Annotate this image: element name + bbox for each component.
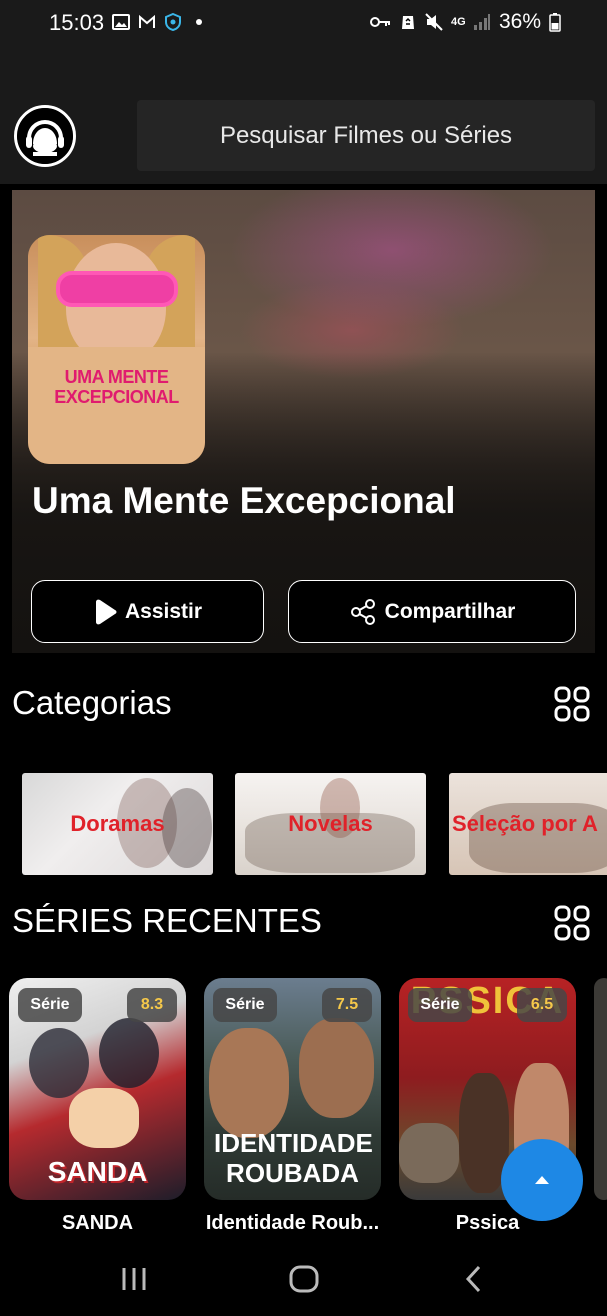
support-logo-button[interactable] bbox=[14, 105, 76, 167]
featured-title: Uma Mente Excepcional bbox=[32, 480, 456, 521]
rating-badge: 8.3 bbox=[127, 988, 177, 1022]
featured-poster[interactable]: UMA MENTE EXCEPCIONAL bbox=[28, 235, 205, 464]
category-label: Doramas bbox=[70, 811, 165, 836]
category-label: Novelas bbox=[288, 811, 373, 836]
search-placeholder: Pesquisar Filmes ou Séries bbox=[219, 121, 513, 149]
signal-icon bbox=[473, 14, 490, 30]
type-badge: Série bbox=[213, 988, 277, 1022]
status-time: 15:03 bbox=[49, 10, 105, 35]
notification-icons bbox=[112, 13, 208, 31]
system-icons: 4G 36% bbox=[369, 10, 561, 34]
category-label: Seleção por A bbox=[452, 811, 598, 836]
battery-percent: 36% bbox=[498, 10, 541, 33]
series-card-partial[interactable] bbox=[594, 978, 607, 1200]
recent-series-title: SÉRIES RECENTES bbox=[12, 902, 322, 939]
rating-badge: 7.5 bbox=[322, 988, 372, 1022]
poster-title-art: SANDA bbox=[47, 1156, 148, 1187]
type-badge: Série bbox=[408, 988, 472, 1022]
headset-user-icon bbox=[17, 108, 73, 164]
series-card-sanda[interactable]: SANDA Série 8.3 bbox=[9, 978, 186, 1200]
poster-title-art: IDENTIDADE ROUBADA bbox=[214, 1128, 373, 1188]
grid-view-icon[interactable] bbox=[554, 905, 590, 941]
category-card-doramas[interactable]: Doramas bbox=[22, 773, 213, 875]
play-icon bbox=[95, 599, 117, 624]
poster-glasses-art bbox=[56, 271, 178, 307]
poster-title-art: UMA MENTE EXCEPCIONAL bbox=[54, 367, 179, 407]
featured-banner[interactable]: UMA MENTE EXCEPCIONAL Uma Mente Excepcio… bbox=[12, 190, 595, 653]
watch-label: Assistir bbox=[124, 599, 203, 623]
share-label: Compartilhar bbox=[384, 599, 516, 623]
category-card-selecao[interactable]: Seleção por A bbox=[449, 773, 607, 875]
gmail-icon bbox=[139, 14, 155, 28]
scroll-to-top-button[interactable] bbox=[501, 1139, 583, 1221]
key-icon bbox=[369, 17, 390, 27]
battery-icon bbox=[549, 13, 561, 32]
watch-button[interactable]: Assistir bbox=[31, 580, 264, 643]
status-bar: 15:03 4G 36% bbox=[0, 0, 607, 48]
search-input[interactable]: Pesquisar Filmes ou Séries bbox=[137, 100, 595, 171]
home-icon[interactable] bbox=[289, 1264, 319, 1294]
system-navigation-bar bbox=[0, 1246, 607, 1316]
image-icon bbox=[112, 14, 130, 30]
network-type: 4G bbox=[450, 15, 466, 28]
type-badge: Série bbox=[18, 988, 82, 1022]
category-card-novelas[interactable]: Novelas bbox=[235, 773, 426, 875]
share-button[interactable]: Compartilhar bbox=[288, 580, 576, 643]
shield-icon bbox=[165, 13, 181, 31]
dot-icon bbox=[196, 19, 202, 25]
recycle-icon bbox=[401, 16, 414, 29]
recent-apps-icon[interactable] bbox=[121, 1264, 147, 1294]
series-card-identidade-roubada[interactable]: IDENTIDADE ROUBADA Série 7.5 bbox=[204, 978, 381, 1200]
grid-view-icon[interactable] bbox=[554, 686, 590, 722]
back-icon[interactable] bbox=[463, 1264, 483, 1294]
caret-up-icon bbox=[535, 1176, 549, 1184]
rating-badge: 6.5 bbox=[517, 988, 567, 1022]
categories-title: Categorias bbox=[12, 684, 172, 721]
series-name: Identidade Roub... bbox=[205, 1212, 380, 1234]
mute-icon bbox=[425, 13, 443, 31]
series-name: SANDA bbox=[61, 1212, 134, 1234]
share-icon bbox=[350, 598, 375, 625]
